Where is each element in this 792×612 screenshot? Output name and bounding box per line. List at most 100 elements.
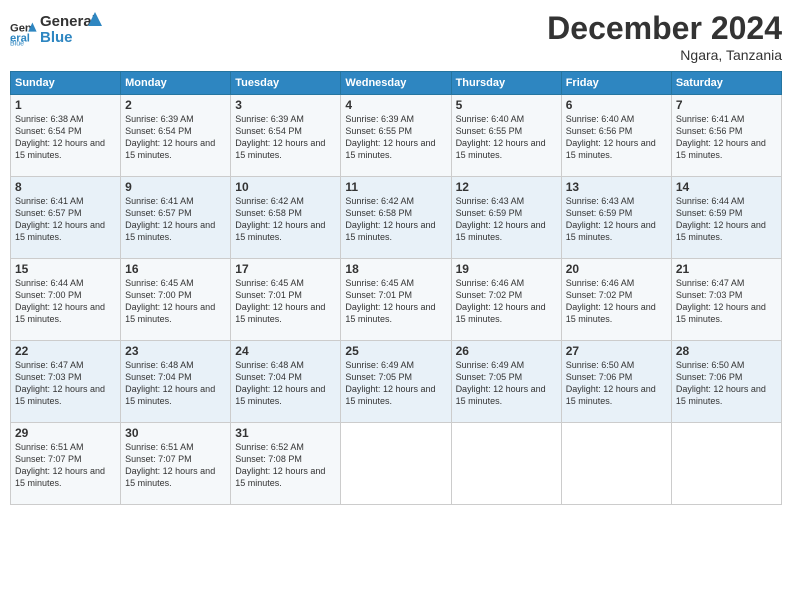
day-info: Sunrise: 6:43 AMSunset: 6:59 PMDaylight:…: [456, 195, 557, 244]
day-number: 23: [125, 344, 226, 358]
calendar-cell: 22Sunrise: 6:47 AMSunset: 7:03 PMDayligh…: [11, 341, 121, 423]
day-number: 19: [456, 262, 557, 276]
calendar-cell: 14Sunrise: 6:44 AMSunset: 6:59 PMDayligh…: [671, 177, 781, 259]
col-saturday: Saturday: [671, 72, 781, 95]
day-number: 7: [676, 98, 777, 112]
calendar-cell: 30Sunrise: 6:51 AMSunset: 7:07 PMDayligh…: [121, 423, 231, 505]
day-number: 17: [235, 262, 336, 276]
day-number: 8: [15, 180, 116, 194]
day-number: 18: [345, 262, 446, 276]
calendar-cell: 13Sunrise: 6:43 AMSunset: 6:59 PMDayligh…: [561, 177, 671, 259]
day-info: Sunrise: 6:49 AMSunset: 7:05 PMDaylight:…: [456, 359, 557, 408]
day-number: 14: [676, 180, 777, 194]
col-friday: Friday: [561, 72, 671, 95]
day-number: 24: [235, 344, 336, 358]
calendar-cell: 8Sunrise: 6:41 AMSunset: 6:57 PMDaylight…: [11, 177, 121, 259]
day-number: 10: [235, 180, 336, 194]
calendar-cell: [341, 423, 451, 505]
day-info: Sunrise: 6:45 AMSunset: 7:01 PMDaylight:…: [345, 277, 446, 326]
col-tuesday: Tuesday: [231, 72, 341, 95]
day-info: Sunrise: 6:49 AMSunset: 7:05 PMDaylight:…: [345, 359, 446, 408]
day-number: 12: [456, 180, 557, 194]
day-info: Sunrise: 6:46 AMSunset: 7:02 PMDaylight:…: [566, 277, 667, 326]
logo: Gen eral Blue General Blue: [10, 10, 110, 55]
calendar-cell: 3Sunrise: 6:39 AMSunset: 6:54 PMDaylight…: [231, 95, 341, 177]
day-info: Sunrise: 6:41 AMSunset: 6:57 PMDaylight:…: [125, 195, 226, 244]
day-number: 20: [566, 262, 667, 276]
day-number: 5: [456, 98, 557, 112]
day-number: 11: [345, 180, 446, 194]
day-number: 13: [566, 180, 667, 194]
svg-text:Blue: Blue: [10, 40, 24, 46]
day-info: Sunrise: 6:42 AMSunset: 6:58 PMDaylight:…: [345, 195, 446, 244]
calendar-cell: 11Sunrise: 6:42 AMSunset: 6:58 PMDayligh…: [341, 177, 451, 259]
calendar-cell: 26Sunrise: 6:49 AMSunset: 7:05 PMDayligh…: [451, 341, 561, 423]
day-number: 4: [345, 98, 446, 112]
calendar-week-row: 1Sunrise: 6:38 AMSunset: 6:54 PMDaylight…: [11, 95, 782, 177]
calendar-cell: 17Sunrise: 6:45 AMSunset: 7:01 PMDayligh…: [231, 259, 341, 341]
calendar-cell: 1Sunrise: 6:38 AMSunset: 6:54 PMDaylight…: [11, 95, 121, 177]
col-sunday: Sunday: [11, 72, 121, 95]
day-info: Sunrise: 6:44 AMSunset: 7:00 PMDaylight:…: [15, 277, 116, 326]
day-info: Sunrise: 6:51 AMSunset: 7:07 PMDaylight:…: [125, 441, 226, 490]
svg-text:General: General: [40, 13, 96, 30]
day-number: 30: [125, 426, 226, 440]
day-number: 1: [15, 98, 116, 112]
page-header: Gen eral Blue General Blue December 2024…: [10, 10, 782, 63]
svg-text:Blue: Blue: [40, 29, 73, 46]
day-number: 28: [676, 344, 777, 358]
day-number: 9: [125, 180, 226, 194]
calendar-cell: 21Sunrise: 6:47 AMSunset: 7:03 PMDayligh…: [671, 259, 781, 341]
calendar-cell: 9Sunrise: 6:41 AMSunset: 6:57 PMDaylight…: [121, 177, 231, 259]
col-wednesday: Wednesday: [341, 72, 451, 95]
calendar-cell: 4Sunrise: 6:39 AMSunset: 6:55 PMDaylight…: [341, 95, 451, 177]
calendar-cell: [451, 423, 561, 505]
day-number: 29: [15, 426, 116, 440]
main-title: December 2024: [547, 10, 782, 47]
day-info: Sunrise: 6:41 AMSunset: 6:56 PMDaylight:…: [676, 113, 777, 162]
calendar-cell: 12Sunrise: 6:43 AMSunset: 6:59 PMDayligh…: [451, 177, 561, 259]
day-info: Sunrise: 6:45 AMSunset: 7:01 PMDaylight:…: [235, 277, 336, 326]
calendar-cell: 20Sunrise: 6:46 AMSunset: 7:02 PMDayligh…: [561, 259, 671, 341]
title-area: December 2024 Ngara, Tanzania: [547, 10, 782, 63]
day-number: 3: [235, 98, 336, 112]
calendar-cell: 16Sunrise: 6:45 AMSunset: 7:00 PMDayligh…: [121, 259, 231, 341]
day-number: 16: [125, 262, 226, 276]
day-info: Sunrise: 6:45 AMSunset: 7:00 PMDaylight:…: [125, 277, 226, 326]
day-info: Sunrise: 6:47 AMSunset: 7:03 PMDaylight:…: [15, 359, 116, 408]
day-info: Sunrise: 6:38 AMSunset: 6:54 PMDaylight:…: [15, 113, 116, 162]
calendar-week-row: 22Sunrise: 6:47 AMSunset: 7:03 PMDayligh…: [11, 341, 782, 423]
calendar-cell: 25Sunrise: 6:49 AMSunset: 7:05 PMDayligh…: [341, 341, 451, 423]
subtitle: Ngara, Tanzania: [547, 47, 782, 63]
day-info: Sunrise: 6:46 AMSunset: 7:02 PMDaylight:…: [456, 277, 557, 326]
day-info: Sunrise: 6:43 AMSunset: 6:59 PMDaylight:…: [566, 195, 667, 244]
day-number: 6: [566, 98, 667, 112]
day-info: Sunrise: 6:41 AMSunset: 6:57 PMDaylight:…: [15, 195, 116, 244]
day-info: Sunrise: 6:39 AMSunset: 6:55 PMDaylight:…: [345, 113, 446, 162]
day-info: Sunrise: 6:50 AMSunset: 7:06 PMDaylight:…: [566, 359, 667, 408]
calendar-cell: 24Sunrise: 6:48 AMSunset: 7:04 PMDayligh…: [231, 341, 341, 423]
day-info: Sunrise: 6:42 AMSunset: 6:58 PMDaylight:…: [235, 195, 336, 244]
day-info: Sunrise: 6:39 AMSunset: 6:54 PMDaylight:…: [125, 113, 226, 162]
calendar-cell: [671, 423, 781, 505]
calendar-cell: 15Sunrise: 6:44 AMSunset: 7:00 PMDayligh…: [11, 259, 121, 341]
day-info: Sunrise: 6:50 AMSunset: 7:06 PMDaylight:…: [676, 359, 777, 408]
calendar-cell: 7Sunrise: 6:41 AMSunset: 6:56 PMDaylight…: [671, 95, 781, 177]
col-thursday: Thursday: [451, 72, 561, 95]
calendar-cell: 5Sunrise: 6:40 AMSunset: 6:55 PMDaylight…: [451, 95, 561, 177]
logo-general: General Blue: [40, 10, 110, 55]
logo-icon: Gen eral Blue: [10, 19, 38, 47]
day-info: Sunrise: 6:52 AMSunset: 7:08 PMDaylight:…: [235, 441, 336, 490]
calendar-header-row: Sunday Monday Tuesday Wednesday Thursday…: [11, 72, 782, 95]
calendar-cell: 23Sunrise: 6:48 AMSunset: 7:04 PMDayligh…: [121, 341, 231, 423]
day-info: Sunrise: 6:51 AMSunset: 7:07 PMDaylight:…: [15, 441, 116, 490]
calendar-cell: 29Sunrise: 6:51 AMSunset: 7:07 PMDayligh…: [11, 423, 121, 505]
day-number: 27: [566, 344, 667, 358]
day-info: Sunrise: 6:40 AMSunset: 6:56 PMDaylight:…: [566, 113, 667, 162]
col-monday: Monday: [121, 72, 231, 95]
day-number: 21: [676, 262, 777, 276]
day-number: 22: [15, 344, 116, 358]
day-number: 31: [235, 426, 336, 440]
calendar-cell: 28Sunrise: 6:50 AMSunset: 7:06 PMDayligh…: [671, 341, 781, 423]
day-info: Sunrise: 6:48 AMSunset: 7:04 PMDaylight:…: [125, 359, 226, 408]
